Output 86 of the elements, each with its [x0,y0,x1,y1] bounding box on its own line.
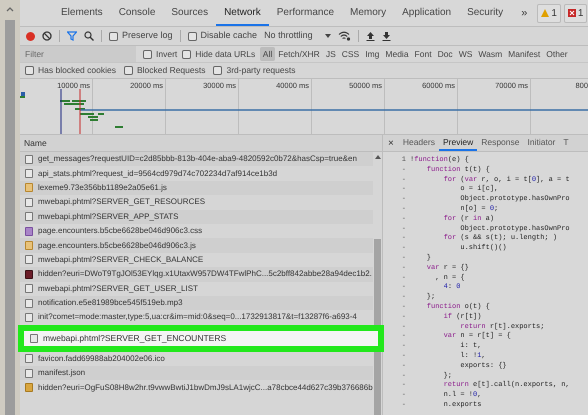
type-filter[interactable]: Media [382,46,412,62]
type-filter[interactable]: Font [412,46,434,62]
request-name: get_messages?requestUID=c2d85bbb-813b-404e-aba9-4820592c0b72&hasCsp=true&en [38,153,357,166]
checkbox[interactable] [109,32,118,40]
panel-tab[interactable]: Memory [342,0,394,26]
caret-icon [324,34,331,38]
filter-icon[interactable] [67,31,77,41]
chevron-up-icon[interactable] [6,6,14,12]
request-name: page.encounters.b5cbe6628be046d906c3.css [38,225,202,238]
wifi-settings-icon[interactable] [338,31,351,41]
type-filter[interactable]: WS [456,46,475,62]
request-row[interactable]: notification.e5e81989bce545f519eb.mp3 [20,296,373,310]
detail-tab[interactable]: Response [477,135,524,151]
filter-field[interactable]: Filter [20,46,136,62]
highlighted-request-row[interactable]: mwebapi.phtml?SERVER_GET_ENCOUNTERS [18,324,384,352]
panel-tab[interactable]: Performance [268,0,342,26]
detail-tab[interactable]: T [559,135,573,151]
request-name: hidden?euri=OgFuS08H8w2hr.t9vwwBwtiJ1bwDmJ9sLA1wjcC...a78cbce44d627c39b376686b [38,382,373,394]
more-tabs-button[interactable]: » [511,4,538,22]
panel-tab[interactable]: Elements [53,0,111,26]
search-icon[interactable] [84,31,94,41]
type-filter[interactable]: All [260,46,275,62]
panel-tab[interactable]: Sources [163,0,216,26]
badge-count: 1 [578,6,584,20]
chevron-up-icon[interactable] [374,155,380,159]
checkbox[interactable] [124,66,133,75]
filter-option-label: Blocked Requests [136,64,206,77]
type-filter[interactable]: Manifest [506,46,543,62]
detail-tab[interactable]: Initiator [524,135,560,151]
record-button[interactable] [26,32,35,40]
filter-option-label: 3rd-party requests [226,64,296,77]
checkbox[interactable] [188,32,197,40]
preserve-log-label: Preserve log [122,29,173,42]
request-name: mwebapi.phtml?SERVER_GET_USER_LIST [38,282,198,295]
request-name: mwebapi.phtml?SERVER_CHECK_BALANCE [38,254,204,266]
download-icon[interactable] [382,31,391,41]
error-badge[interactable]: 1 [564,4,588,22]
checkbox[interactable] [182,50,192,58]
invert-label: Invert [156,48,178,60]
checkbox[interactable] [143,50,152,58]
warning-badge[interactable]: 1 [537,4,561,22]
panel-tab[interactable]: Security [459,0,512,26]
request-row[interactable]: page.encounters.b5cbe6628be046d906c3.js [20,238,373,253]
request-row[interactable]: mwebapi.phtml?SERVER_APP_STATS [20,210,373,224]
upload-icon[interactable] [366,31,375,41]
close-button[interactable]: × [383,136,399,150]
file-icon [30,334,38,343]
request-name: favicon.fadd69988ab204002e06.ico [38,352,165,365]
panel-tab[interactable]: Network [216,0,269,26]
filter-option-label: Has blocked cookies [38,64,116,77]
checkbox[interactable] [25,66,34,75]
disable-cache-label: Disable cache [200,29,258,42]
request-row[interactable]: manifest.json [20,366,373,380]
request-name: notification.e5e81989bce545f519eb.mp3 [38,297,183,310]
request-row[interactable]: lexeme9.73e356bb1189e2a05e61.js [20,180,373,196]
type-filter[interactable]: Fetch/XHR [276,46,322,62]
request-name: mwebapi.phtml?SERVER_GET_RESOURCES [38,196,206,208]
type-filter[interactable]: Wasm [476,46,505,62]
detail-tab[interactable]: Headers [398,135,439,151]
request-name: mwebapi.phtml?SERVER_GET_ENCOUNTERS [43,332,226,345]
request-name: hidden?euri=DWoT9TgJOl53EYlqg.x1UtaxW957DW4TFwlPhC...5c2bff842abbe28a94dec1b2. [38,268,372,280]
throttling-dropdown[interactable]: No throttling [264,29,331,43]
request-name: mwebapi.phtml?SERVER_APP_STATS [38,210,179,223]
type-filter[interactable]: Img [362,46,382,62]
column-header[interactable]: Name [24,136,47,150]
request-name: init?comet=mode:master,type:5,ua:cr&im=mid:0&seq=0...1732913817&t=f13287f6-a693-4 [38,311,357,324]
warning-icon [541,9,550,17]
request-row[interactable]: get_messages?requestUID=c2d85bbb-813b-404e-aba9-4820592c0b72&hasCsp=true&en [20,152,373,166]
request-name: page.encounters.b5cbe6628be046d906c3.js [38,240,196,252]
type-filter[interactable]: JS [323,46,338,62]
request-name: lexeme9.73e356bb1189e2a05e61.js [38,182,167,194]
request-name: manifest.json [38,367,86,380]
error-icon [568,9,576,17]
panel-tab[interactable]: Application [394,0,460,26]
request-row[interactable]: hidden?euri=DWoT9TgJOl53EYlqg.x1UtaxW957DW4TFwlPhC...5c2bff842abbe28a94dec1b2. [20,267,373,282]
request-row[interactable]: mwebapi.phtml?SERVER_GET_USER_LIST [20,282,373,296]
type-filter[interactable]: CSS [339,46,362,62]
type-filter[interactable]: Doc [435,46,456,62]
panel-tab[interactable]: Console [110,0,164,26]
hide-data-urls-label: Hide data URLs [195,48,256,60]
request-name: api_stats.phtml?request_id=9564cd979d74c702234d7af914ce1b3d [38,168,278,180]
type-filter[interactable]: Other [544,46,570,62]
clear-icon[interactable] [42,31,52,41]
badge-count: 1 [551,6,557,20]
scrollbar-thumb[interactable] [5,20,15,415]
checkbox[interactable] [213,66,222,75]
